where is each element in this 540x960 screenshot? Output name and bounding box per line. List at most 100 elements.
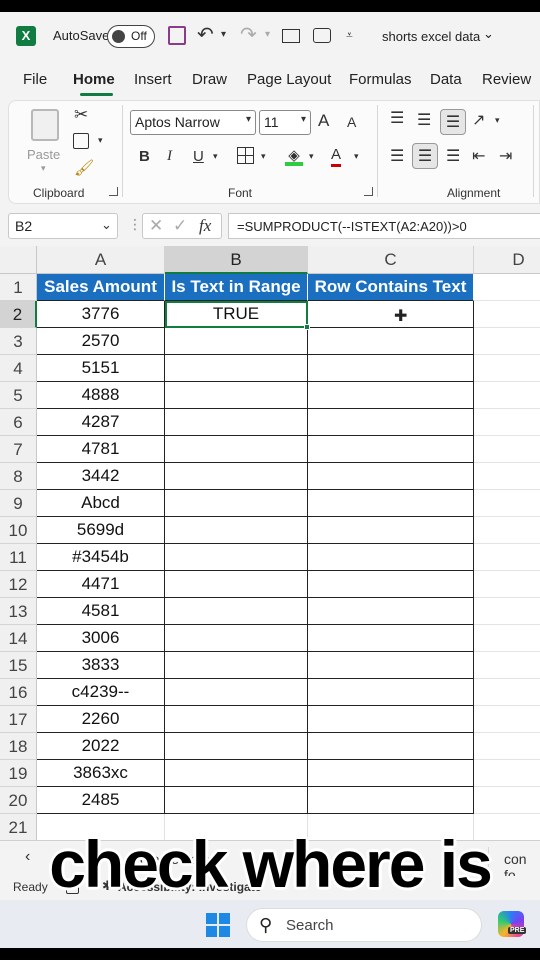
spreadsheet-grid[interactable]: ABCD 1 2 3 4 5 6 7 8 9 10 11 12 13 14 15 16 17 18 19 20 21 S… xyxy=(0,246,540,841)
bold-button[interactable]: B xyxy=(139,148,150,165)
copy-icon[interactable] xyxy=(73,133,89,149)
tab-page-layout[interactable]: Page Layout xyxy=(247,71,331,88)
table-cell[interactable]: 2485 xyxy=(37,787,165,814)
column-header-d[interactable]: D xyxy=(474,246,540,274)
undo-icon[interactable]: ↶ xyxy=(197,22,214,47)
row-header-6[interactable]: 6 xyxy=(0,409,37,436)
table-cell[interactable] xyxy=(165,382,308,409)
table-header-cell[interactable]: Is Text in Range xyxy=(165,274,308,301)
windows-start-icon[interactable] xyxy=(206,913,230,937)
table-cell[interactable]: 4471 xyxy=(37,571,165,598)
table-cell[interactable]: 4581 xyxy=(37,598,165,625)
table-cell[interactable]: 5151 xyxy=(37,355,165,382)
formula-bar-more-icon[interactable]: ⋮ xyxy=(128,216,142,233)
table-cell[interactable] xyxy=(474,652,540,679)
row-header-2[interactable]: 2 xyxy=(0,301,37,328)
fill-color-dropdown-icon[interactable]: ▾ xyxy=(309,151,314,162)
table-cell[interactable] xyxy=(474,355,540,382)
table-cell[interactable]: 3442 xyxy=(37,463,165,490)
table-cell[interactable] xyxy=(165,625,308,652)
tab-file[interactable]: File xyxy=(23,71,47,88)
orientation-dropdown-icon[interactable]: ▾ xyxy=(495,115,500,126)
table-cell[interactable] xyxy=(308,571,474,598)
increase-indent-icon[interactable]: ⇥ xyxy=(499,146,512,166)
table-cell[interactable] xyxy=(165,652,308,679)
form-icon[interactable] xyxy=(282,29,300,43)
table-cell[interactable] xyxy=(308,544,474,571)
table-cell[interactable] xyxy=(474,328,540,355)
table-cell[interactable] xyxy=(165,706,308,733)
save-icon[interactable] xyxy=(168,26,186,45)
font-color-dropdown-icon[interactable]: ▾ xyxy=(354,151,359,162)
borders-icon[interactable] xyxy=(237,147,254,164)
row-header-3[interactable]: 3 xyxy=(0,328,37,355)
table-cell[interactable]: 2022 xyxy=(37,733,165,760)
column-header-c[interactable]: C xyxy=(308,246,474,274)
row-header-13[interactable]: 13 xyxy=(0,598,37,625)
row-header-5[interactable]: 5 xyxy=(0,382,37,409)
enter-icon[interactable]: ✓ xyxy=(173,216,187,236)
table-cell[interactable] xyxy=(308,706,474,733)
table-header-cell[interactable]: Sales Amount xyxy=(37,274,165,301)
table-cell[interactable] xyxy=(165,571,308,598)
table-cell[interactable]: 3776 xyxy=(37,301,165,328)
camera-icon[interactable] xyxy=(313,28,331,43)
table-cell[interactable] xyxy=(165,490,308,517)
table-cell[interactable] xyxy=(165,679,308,706)
align-top-icon[interactable]: ☰ xyxy=(390,108,404,128)
grow-font-button[interactable]: A xyxy=(318,111,329,131)
tab-home[interactable]: Home xyxy=(73,71,115,88)
file-name[interactable]: shorts excel data xyxy=(382,29,480,44)
table-cell[interactable] xyxy=(474,598,540,625)
table-cell[interactable]: 3833 xyxy=(37,652,165,679)
table-cell[interactable] xyxy=(308,463,474,490)
align-middle-icon[interactable]: ☰ xyxy=(417,110,431,130)
table-cell[interactable] xyxy=(474,706,540,733)
align-right-icon[interactable]: ☰ xyxy=(446,146,460,166)
table-cell[interactable] xyxy=(474,679,540,706)
table-cell[interactable] xyxy=(308,517,474,544)
table-cell[interactable] xyxy=(308,436,474,463)
clipboard-launcher-icon[interactable] xyxy=(109,187,118,196)
cancel-icon[interactable]: ✕ xyxy=(149,216,163,236)
shrink-font-button[interactable]: A xyxy=(347,114,356,130)
table-cell[interactable] xyxy=(474,733,540,760)
table-cell[interactable] xyxy=(474,787,540,814)
row-header-8[interactable]: 8 xyxy=(0,463,37,490)
copy-dropdown-icon[interactable]: ▾ xyxy=(98,135,103,146)
insert-function-button[interactable]: fx xyxy=(199,216,211,236)
tab-review[interactable]: Review xyxy=(482,71,531,88)
table-cell[interactable] xyxy=(308,598,474,625)
row-header-1[interactable]: 1 xyxy=(0,274,37,301)
tab-draw[interactable]: Draw xyxy=(192,71,227,88)
row-header-7[interactable]: 7 xyxy=(0,436,37,463)
cut-icon[interactable]: ✂ xyxy=(74,105,88,125)
column-header-b[interactable]: B xyxy=(165,246,308,274)
table-cell[interactable] xyxy=(308,409,474,436)
row-header-9[interactable]: 9 xyxy=(0,490,37,517)
row-header-11[interactable]: 11 xyxy=(0,544,37,571)
table-cell[interactable] xyxy=(165,760,308,787)
fill-handle[interactable] xyxy=(304,324,310,330)
table-cell[interactable] xyxy=(474,571,540,598)
table-cell[interactable]: 4888 xyxy=(37,382,165,409)
taskbar-search[interactable]: ⚲ Search xyxy=(246,908,482,942)
table-cell[interactable]: 4287 xyxy=(37,409,165,436)
table-cell[interactable] xyxy=(474,760,540,787)
table-cell[interactable]: Abcd xyxy=(37,490,165,517)
tab-insert[interactable]: Insert xyxy=(134,71,172,88)
table-cell[interactable]: 3006 xyxy=(37,625,165,652)
table-cell[interactable] xyxy=(165,598,308,625)
name-box[interactable]: B2 ⌄ xyxy=(8,213,118,239)
format-painter-icon[interactable]: 🖌 xyxy=(74,158,94,178)
copilot-icon[interactable]: PRE xyxy=(498,911,527,937)
table-cell[interactable] xyxy=(474,436,540,463)
align-bottom-icon[interactable]: ☰ xyxy=(440,109,466,135)
table-cell[interactable] xyxy=(165,463,308,490)
font-color-button[interactable]: A xyxy=(331,146,342,167)
table-cell[interactable] xyxy=(165,733,308,760)
table-cell[interactable] xyxy=(308,355,474,382)
table-cell[interactable] xyxy=(308,760,474,787)
table-cell[interactable] xyxy=(308,382,474,409)
autosave-toggle[interactable]: Off xyxy=(107,25,155,48)
